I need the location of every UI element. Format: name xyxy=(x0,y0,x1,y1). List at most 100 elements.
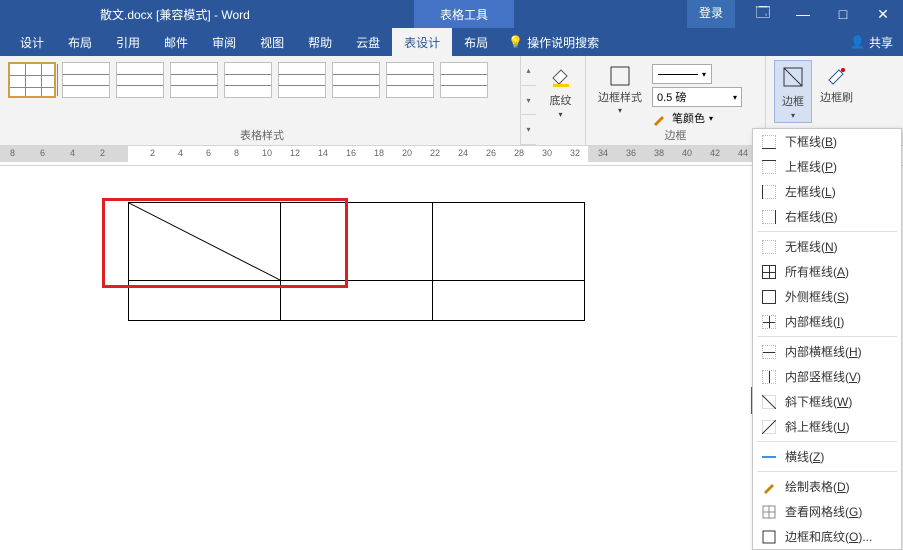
tab-view[interactable]: 视图 xyxy=(248,28,296,57)
table-cell[interactable] xyxy=(281,281,433,321)
border-menu-item-all[interactable]: 所有框线(A) xyxy=(753,259,901,284)
border-styles-button[interactable]: 边框样式 ▾ xyxy=(594,60,646,126)
shading-button[interactable]: 底纹 ▾ xyxy=(543,60,579,121)
border-menu-item-outside[interactable]: 外侧框线(S) xyxy=(753,284,901,309)
border-menu-item-ihoriz[interactable]: 内部横框线(H) xyxy=(753,339,901,364)
menu-item-label: 下框线(B) xyxy=(785,133,837,150)
ruler-tick: 36 xyxy=(626,148,636,158)
table-style-thumb[interactable] xyxy=(440,62,488,98)
border-menu-item-grid[interactable]: 查看网格线(G) xyxy=(753,499,901,524)
table-style-thumb[interactable] xyxy=(224,62,272,98)
maximize-button[interactable]: □ xyxy=(823,0,863,28)
right-icon xyxy=(761,209,777,225)
draw-icon xyxy=(761,479,777,495)
menu-item-label: 边框和底纹(O)... xyxy=(785,528,872,545)
group-label-borders: 边框 xyxy=(665,127,687,143)
ruler-tick: 26 xyxy=(486,148,496,158)
border-menu-item-inside[interactable]: 内部框线(I) xyxy=(753,309,901,334)
ruler-tick: 8 xyxy=(10,148,15,158)
chevron-down-icon: ▾ xyxy=(791,111,795,120)
share-button[interactable]: 👤 共享 xyxy=(850,34,893,51)
line-weight-selector[interactable]: 0.5 磅 ▾ xyxy=(652,87,742,107)
outside-icon xyxy=(761,289,777,305)
gallery-down-button[interactable]: ▾ xyxy=(521,86,536,116)
pen-color-label: 笔颜色 xyxy=(672,110,705,126)
tab-references[interactable]: 引用 xyxy=(104,28,152,57)
table-cell[interactable] xyxy=(433,203,585,281)
ruler-tick: 42 xyxy=(710,148,720,158)
document-table[interactable] xyxy=(128,202,585,321)
ribbon-tabs: 设计 布局 引用 邮件 审阅 视图 帮助 云盘 表设计 布局 💡 操作说明搜索 … xyxy=(0,28,903,56)
border-painter-button[interactable]: 边框刷 xyxy=(816,60,857,123)
tab-layout[interactable]: 布局 xyxy=(56,28,104,57)
document-title: 散文.docx [兼容模式] - Word xyxy=(100,6,250,23)
border-menu-item-hline[interactable]: 横线(Z) xyxy=(753,444,901,469)
table-style-thumb[interactable] xyxy=(332,62,380,98)
ruler-tick: 16 xyxy=(346,148,356,158)
ruler-tick: 18 xyxy=(374,148,384,158)
none-icon xyxy=(761,239,777,255)
tab-table-design[interactable]: 表设计 xyxy=(392,28,452,57)
ruler-tick: 14 xyxy=(318,148,328,158)
close-button[interactable]: ✕ xyxy=(863,0,903,28)
tab-design[interactable]: 设计 xyxy=(8,28,56,57)
tell-me-search[interactable]: 💡 操作说明搜索 xyxy=(508,34,599,51)
border-menu-item-top[interactable]: 上框线(P) xyxy=(753,154,901,179)
pen-color-button[interactable]: 笔颜色 ▾ xyxy=(652,110,742,126)
table-style-thumb[interactable] xyxy=(170,62,218,98)
tab-cloud[interactable]: 云盘 xyxy=(344,28,392,57)
border-menu-item-diag-up[interactable]: 斜上框线(U) xyxy=(753,414,901,439)
tab-table-layout[interactable]: 布局 xyxy=(452,28,500,57)
border-menu-item-diag-down[interactable]: 斜下框线(W) xyxy=(753,389,901,414)
border-menu-item-none[interactable]: 无框线(N) xyxy=(753,234,901,259)
ruler-tick: 38 xyxy=(654,148,664,158)
bulb-icon: 💡 xyxy=(508,35,523,49)
ruler-tick: 12 xyxy=(290,148,300,158)
border-menu-item-ivert[interactable]: 内部竖框线(V) xyxy=(753,364,901,389)
table-style-thumb[interactable] xyxy=(386,62,434,98)
diag-up-icon xyxy=(761,419,777,435)
ruler-tick: 20 xyxy=(402,148,412,158)
table-style-thumb[interactable] xyxy=(8,62,56,98)
borders-icon xyxy=(779,63,807,91)
dialog-icon xyxy=(761,529,777,545)
left-icon xyxy=(761,184,777,200)
table-style-thumb[interactable] xyxy=(116,62,164,98)
menu-item-label: 内部框线(I) xyxy=(785,313,844,330)
ruler-tick: 6 xyxy=(40,148,45,158)
ruler-tick: 4 xyxy=(178,148,183,158)
border-menu-item-dialog[interactable]: 边框和底纹(O)... xyxy=(753,524,901,549)
table-style-thumb[interactable] xyxy=(62,62,110,98)
border-painter-label: 边框刷 xyxy=(820,92,853,104)
border-menu-item-draw[interactable]: 绘制表格(D) xyxy=(753,474,901,499)
gallery-up-button[interactable]: ▴ xyxy=(521,56,536,86)
pen-icon xyxy=(652,110,668,126)
login-button[interactable]: 登录 xyxy=(687,0,735,28)
border-menu-item-bottom[interactable]: 下框线(B) xyxy=(753,129,901,154)
ruler-tick: 6 xyxy=(206,148,211,158)
borders-dropdown-button[interactable]: 边框 ▾ xyxy=(774,60,812,123)
table-cell[interactable] xyxy=(129,281,281,321)
tab-help[interactable]: 帮助 xyxy=(296,28,344,57)
bottom-icon xyxy=(761,134,777,150)
border-menu-item-right[interactable]: 右框线(R) xyxy=(753,204,901,229)
table-style-thumb[interactable] xyxy=(278,62,326,98)
table-cell[interactable] xyxy=(433,281,585,321)
table-cell[interactable] xyxy=(281,203,433,281)
gallery-more-button[interactable]: ▾ xyxy=(521,115,536,145)
line-style-selector[interactable]: ▾ xyxy=(652,64,712,84)
tab-review[interactable]: 审阅 xyxy=(200,28,248,57)
table-cell[interactable] xyxy=(129,203,281,281)
menu-item-label: 绘制表格(D) xyxy=(785,478,850,495)
ruler-tick: 4 xyxy=(70,148,75,158)
border-menu-item-left[interactable]: 左框线(L) xyxy=(753,179,901,204)
borders-label: 边框 xyxy=(782,93,804,109)
ribbon-options-button[interactable]: 🗔 xyxy=(743,0,783,28)
tab-mailings[interactable]: 邮件 xyxy=(152,28,200,57)
border-painter-icon xyxy=(823,62,851,90)
ruler-tick: 2 xyxy=(100,148,105,158)
menu-item-label: 内部竖框线(V) xyxy=(785,368,861,385)
menu-item-label: 无框线(N) xyxy=(785,238,838,255)
top-icon xyxy=(761,159,777,175)
minimize-button[interactable]: — xyxy=(783,0,823,28)
